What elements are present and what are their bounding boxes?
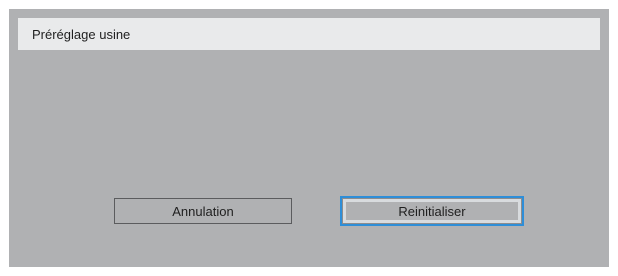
reset-button[interactable]: Reinitialiser <box>340 196 524 226</box>
dialog-title: Préréglage usine <box>32 26 131 42</box>
factory-reset-dialog: Préréglage usine Annulation Reinitialise… <box>9 9 609 267</box>
dialog-title-bar: Préréglage usine <box>18 18 600 50</box>
cancel-button[interactable]: Annulation <box>114 198 292 224</box>
